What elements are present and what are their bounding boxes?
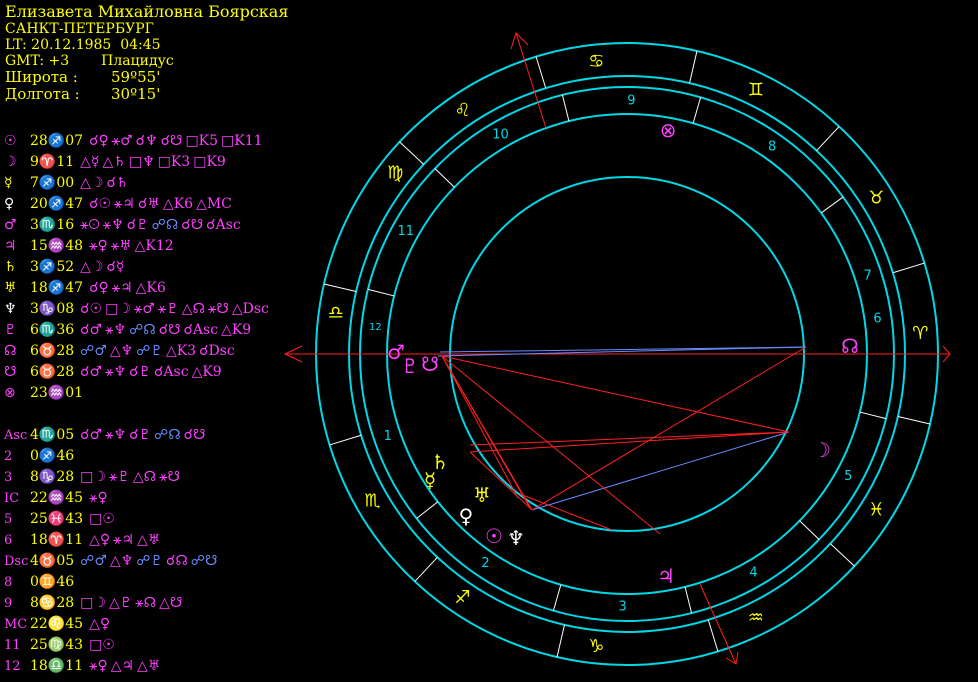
house-cusp-tick	[434, 168, 455, 188]
aquarius-icon: ♒	[748, 608, 764, 629]
sign-boundary	[414, 556, 438, 582]
house-cusp-tick	[552, 584, 562, 611]
virgo-icon: ♍	[387, 162, 403, 183]
sign-boundary	[535, 56, 547, 89]
jupiter-icon: ♃	[657, 564, 675, 588]
house-cusp-tick	[692, 97, 702, 124]
sign-boundary	[816, 126, 840, 152]
house-number: 4	[749, 566, 757, 581]
house-number: 6	[873, 311, 881, 326]
mc-arrow	[510, 32, 529, 50]
aspect-line	[531, 346, 807, 511]
cancer-icon: ♋	[588, 51, 604, 72]
house-number: 9	[627, 94, 635, 109]
ic-arrow	[725, 651, 739, 665]
house-number: 12	[369, 322, 382, 333]
sun-icon: ☉	[485, 524, 503, 548]
aspect-line	[531, 431, 790, 511]
sign-boundary	[707, 619, 719, 652]
house-cusp-tick	[367, 288, 395, 297]
sagittarius-icon: ♐	[455, 587, 471, 608]
natal-chart-wheel: ♋♊♉♈♓♒♑♐♏♎♍♌123456789101112♂♇ ☋☊☽♄☿♅♀☉ ♆♃⊗	[283, 32, 951, 666]
leo-icon: ♌	[455, 100, 471, 121]
moon-icon: ☽	[813, 438, 831, 462]
house-cusp-tick	[561, 94, 570, 122]
scorpio-icon: ♏	[364, 491, 380, 512]
house-number: 5	[844, 469, 852, 484]
uranus-icon: ♅	[473, 483, 491, 507]
aries-icon: ♈	[912, 323, 928, 344]
house-number: 10	[492, 127, 509, 142]
house-cusp-tick	[820, 196, 844, 214]
aspect-line	[469, 431, 790, 446]
sign-boundary	[689, 50, 698, 84]
house-number: 8	[768, 139, 776, 154]
house-cusp-tick	[859, 411, 887, 420]
house-number: 3	[618, 599, 626, 614]
sign-boundary	[556, 624, 565, 658]
mc-axis	[515, 32, 547, 129]
sign-boundary	[897, 416, 931, 425]
south-node-icon: ☋	[421, 352, 439, 376]
house-number: 7	[863, 268, 871, 283]
pisces-icon: ♓	[868, 499, 884, 520]
house-number: 11	[397, 224, 414, 239]
libra-icon: ♎	[328, 303, 344, 324]
house-cusp-tick	[799, 520, 820, 540]
aspect-line	[469, 431, 790, 453]
sign-boundary	[892, 262, 925, 274]
house-cusp-tick	[684, 586, 693, 614]
sign-boundary	[323, 283, 357, 292]
aspect-line	[441, 355, 519, 499]
part-of-fortune-icon: ⊗	[660, 118, 677, 142]
sign-boundary	[399, 141, 425, 165]
sign-boundary	[829, 543, 855, 567]
mercury-icon: ☿	[424, 468, 436, 492]
pluto-icon: ♇	[401, 354, 419, 378]
aspect-line	[441, 355, 790, 433]
venus-icon: ♀	[459, 504, 474, 528]
capricorn-icon: ♑	[588, 636, 604, 657]
house-cusp-tick	[416, 501, 439, 519]
taurus-icon: ♉	[868, 188, 884, 209]
neptune-icon: ♆	[507, 526, 525, 550]
north-node-icon: ☊	[841, 334, 859, 358]
house-number: 2	[481, 556, 489, 571]
sign-boundary	[329, 434, 362, 446]
gemini-icon: ♊	[748, 79, 764, 100]
house-number: 1	[384, 429, 392, 444]
